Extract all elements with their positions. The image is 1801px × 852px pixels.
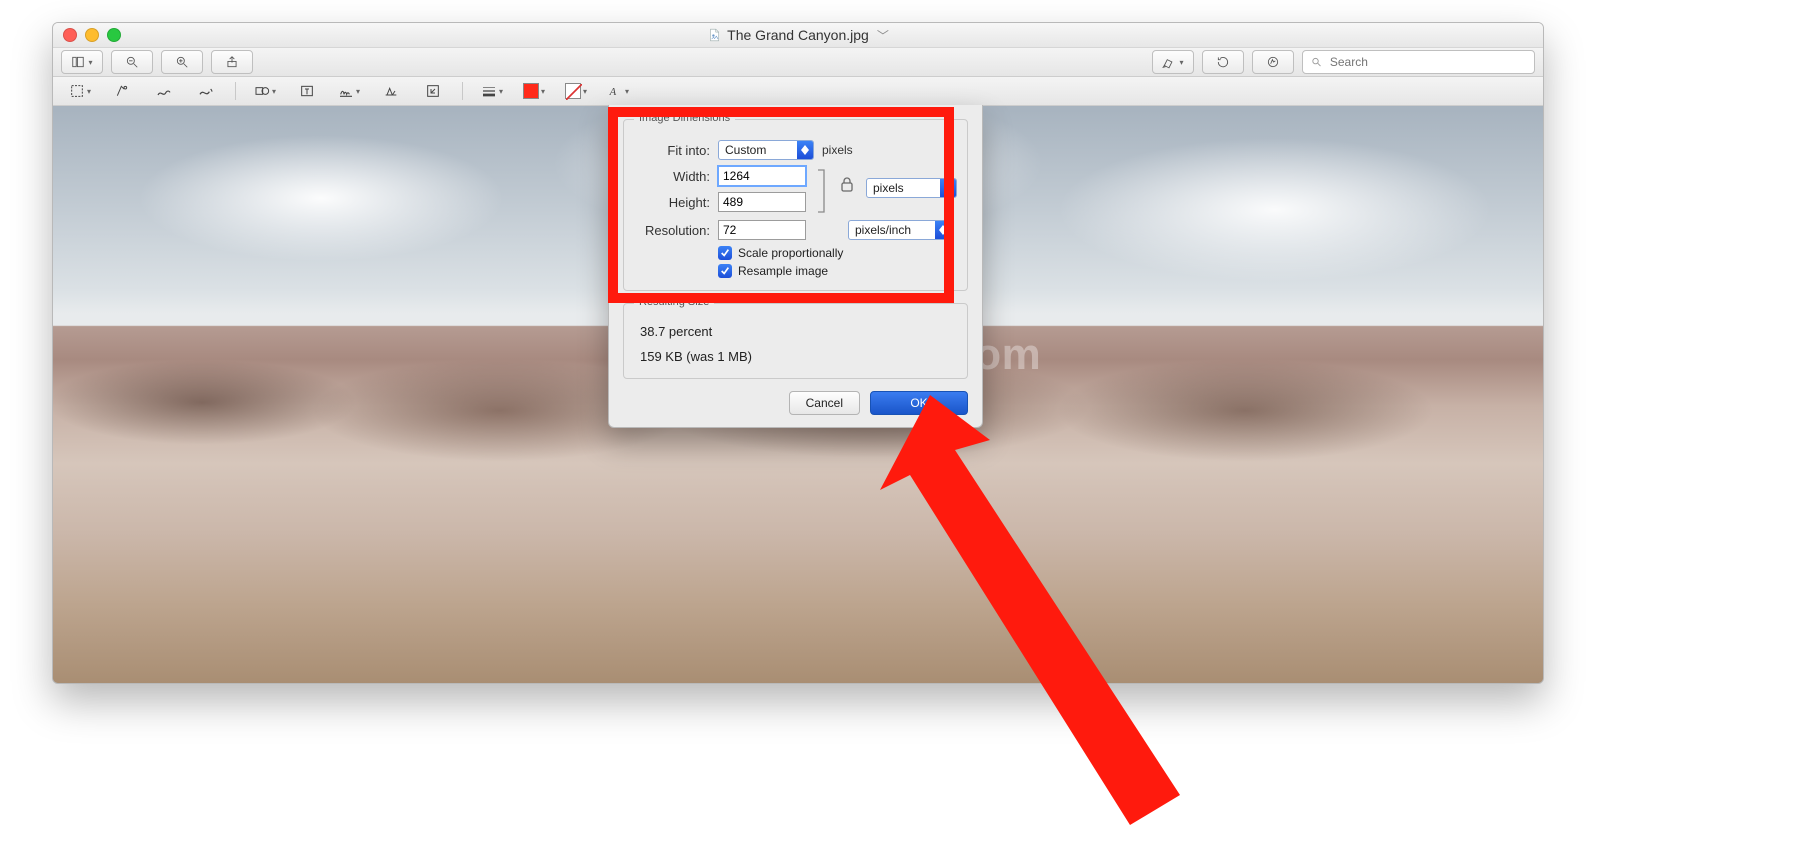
window-close-button[interactable] bbox=[63, 28, 77, 42]
sketch-button[interactable] bbox=[145, 80, 183, 102]
share-button[interactable] bbox=[211, 50, 253, 74]
scale-proportionally-label: Scale proportionally bbox=[738, 246, 843, 260]
instant-alpha-button[interactable] bbox=[103, 80, 141, 102]
window-title-text: The Grand Canyon.jpg bbox=[727, 27, 869, 43]
wh-unit-select[interactable]: pixels bbox=[866, 178, 957, 198]
title-dropdown-icon[interactable]: ﹀ bbox=[877, 27, 889, 44]
search-icon bbox=[1311, 56, 1322, 68]
window-titlebar: The Grand Canyon.jpg ﹀ bbox=[53, 23, 1543, 48]
checkbox-checked-icon bbox=[718, 246, 732, 260]
width-label: Width: bbox=[634, 169, 710, 184]
select-stepper-icon bbox=[797, 141, 813, 159]
fill-color-swatch bbox=[565, 83, 581, 99]
scale-proportionally-checkbox[interactable]: Scale proportionally bbox=[718, 246, 957, 260]
selection-tool-button[interactable]: ▾ bbox=[61, 80, 99, 102]
image-dimensions-title: Image Dimensions bbox=[634, 112, 735, 124]
markup-toggle-button[interactable] bbox=[1252, 50, 1294, 74]
result-filesize: 159 KB (was 1 MB) bbox=[640, 349, 955, 364]
text-button[interactable] bbox=[288, 80, 326, 102]
window-minimize-button[interactable] bbox=[85, 28, 99, 42]
fit-into-value: Custom bbox=[725, 143, 766, 157]
resulting-size-title: Resulting Size bbox=[634, 296, 714, 308]
ok-button[interactable]: OK bbox=[870, 391, 968, 415]
view-mode-button[interactable]: ▾ bbox=[61, 50, 103, 74]
document-icon bbox=[707, 28, 721, 42]
resolution-label: Resolution: bbox=[634, 223, 710, 238]
stroke-color-button[interactable]: ▾ bbox=[515, 80, 553, 102]
resolution-input[interactable] bbox=[718, 220, 806, 240]
aspect-lock[interactable] bbox=[816, 168, 830, 214]
resolution-unit-select[interactable]: pixels/inch bbox=[848, 220, 952, 240]
window-controls bbox=[53, 28, 121, 42]
cancel-button[interactable]: Cancel bbox=[789, 391, 860, 415]
draw-button[interactable] bbox=[187, 80, 225, 102]
wh-unit-value: pixels bbox=[873, 181, 904, 195]
toolbar-separator bbox=[235, 82, 236, 100]
height-input[interactable] bbox=[718, 192, 806, 212]
search-input[interactable] bbox=[1328, 54, 1526, 70]
resample-image-label: Resample image bbox=[738, 264, 828, 278]
zoom-in-button[interactable] bbox=[161, 50, 203, 74]
fit-into-select[interactable]: Custom bbox=[718, 140, 814, 160]
adjust-color-button[interactable] bbox=[372, 80, 410, 102]
search-field[interactable] bbox=[1302, 50, 1535, 74]
main-toolbar: ▾ ▾ bbox=[53, 48, 1543, 77]
svg-text:A: A bbox=[609, 87, 617, 98]
rotate-button[interactable] bbox=[1202, 50, 1244, 74]
height-label: Height: bbox=[634, 195, 710, 210]
checkbox-checked-icon bbox=[718, 264, 732, 278]
resolution-unit-value: pixels/inch bbox=[855, 223, 911, 237]
adjust-size-dialog: Image Dimensions Fit into: Custom pixels… bbox=[608, 105, 983, 428]
fit-into-unit: pixels bbox=[822, 143, 853, 157]
shapes-button[interactable]: ▾ bbox=[246, 80, 284, 102]
toolbar-separator bbox=[462, 82, 463, 100]
resulting-size-group: Resulting Size 38.7 percent 159 KB (was … bbox=[623, 303, 968, 379]
line-weight-button[interactable]: ▾ bbox=[473, 80, 511, 102]
width-input[interactable] bbox=[718, 166, 806, 186]
cancel-button-label: Cancel bbox=[806, 396, 843, 410]
fill-color-button[interactable]: ▾ bbox=[557, 80, 595, 102]
select-stepper-icon bbox=[940, 179, 956, 197]
image-dimensions-group: Image Dimensions Fit into: Custom pixels… bbox=[623, 119, 968, 291]
window-zoom-button[interactable] bbox=[107, 28, 121, 42]
text-style-button[interactable]: A▾ bbox=[599, 80, 637, 102]
adjust-size-button[interactable] bbox=[414, 80, 452, 102]
lock-icon bbox=[840, 176, 854, 195]
sign-button[interactable]: ▾ bbox=[330, 80, 368, 102]
window-title: The Grand Canyon.jpg ﹀ bbox=[53, 27, 1543, 44]
fit-into-label: Fit into: bbox=[634, 143, 710, 158]
stroke-color-swatch bbox=[523, 83, 539, 99]
markup-toolbar: ▾ ▾ ▾ bbox=[53, 77, 1543, 106]
select-stepper-icon bbox=[935, 221, 951, 239]
zoom-out-button[interactable] bbox=[111, 50, 153, 74]
resample-image-checkbox[interactable]: Resample image bbox=[718, 264, 957, 278]
highlight-button[interactable]: ▾ bbox=[1152, 50, 1194, 74]
result-percent: 38.7 percent bbox=[640, 324, 955, 339]
ok-button-label: OK bbox=[910, 396, 927, 410]
